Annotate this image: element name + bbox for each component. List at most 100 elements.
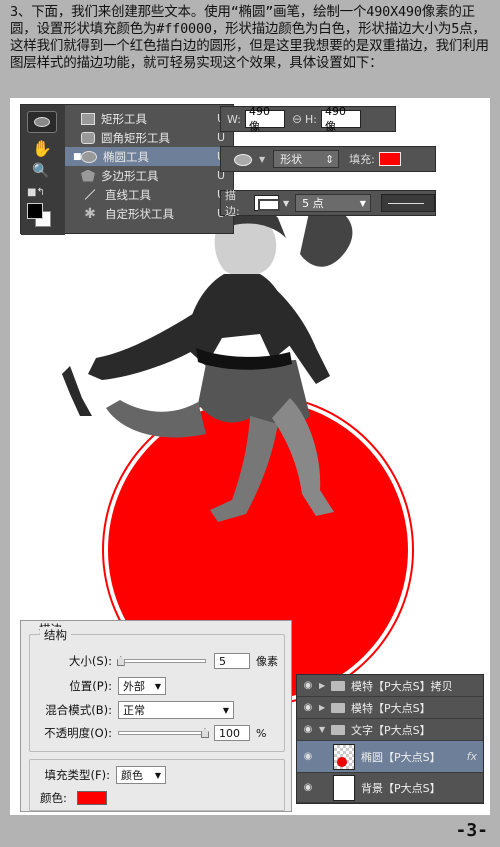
position-label: 位置(P): bbox=[69, 679, 112, 693]
ellipse-icon[interactable] bbox=[231, 150, 259, 168]
fill-color-swatch[interactable] bbox=[378, 152, 401, 166]
stroke-size-input[interactable]: 5 点 ▼ bbox=[295, 194, 371, 212]
menu-item-line[interactable]: 直线工具 U bbox=[65, 185, 233, 204]
stroke-color-swatch[interactable] bbox=[253, 195, 281, 211]
height-label: H: bbox=[305, 112, 317, 126]
toolbar-column: ✋ 🔍 ■↰ bbox=[21, 105, 65, 235]
fx-icon[interactable]: fx bbox=[467, 750, 477, 763]
folder-icon bbox=[331, 724, 345, 735]
intro-text: 3、下面，我们来创建那些文本。使用“椭圆”画笔，绘制一个490X490像素的正圆… bbox=[10, 4, 489, 71]
menu-item-label: 自定形状工具 bbox=[105, 206, 174, 221]
rounded-rectangle-icon bbox=[81, 131, 95, 144]
size-input[interactable]: 5 bbox=[214, 653, 250, 669]
color-label: 颜色: bbox=[40, 791, 67, 805]
layer-row[interactable]: ◉ ▶ 模特【P大点S】 bbox=[297, 697, 483, 719]
custom-shape-icon: ✱ bbox=[84, 205, 96, 222]
position-select[interactable]: 外部 ▼ bbox=[118, 677, 166, 695]
folder-icon bbox=[331, 702, 345, 713]
layers-panel: ◉ ▶ 模特【P大点S】拷贝 ◉ ▶ 模特【P大点S】 ◉ ▼ 文字【P大点S】… bbox=[296, 674, 484, 804]
tool-panel: ✋ 🔍 ■↰ 矩形工具 U 圆角矩形工具 U ■ 椭圆工具 U bbox=[20, 104, 234, 235]
ellipse-tool-button[interactable] bbox=[27, 111, 57, 133]
opacity-slider[interactable] bbox=[118, 728, 209, 738]
chevron-down-icon: ▼ bbox=[154, 770, 161, 780]
page-number: -3- bbox=[455, 820, 488, 841]
mode-select[interactable]: 形状 ⇕ bbox=[273, 150, 340, 168]
shape-layer-thumbnail bbox=[333, 743, 355, 770]
updown-icon: ⇕ bbox=[324, 152, 335, 166]
stroke-dialog: 描边 结构 大小(S): 5 像素 位置(P): 外部▼ 混合模式(B): 正常… bbox=[20, 620, 292, 812]
ellipse-icon bbox=[81, 150, 97, 163]
polygon-icon bbox=[81, 169, 95, 182]
menu-item-ellipse[interactable]: ■ 椭圆工具 U bbox=[65, 147, 233, 166]
layer-row[interactable]: ◉ ▶ 模特【P大点S】拷贝 bbox=[297, 675, 483, 697]
foreground-color-swatch[interactable] bbox=[27, 203, 43, 219]
fill-type-label: 填充类型(F): bbox=[44, 768, 110, 782]
opacity-label: 不透明度(O): bbox=[44, 726, 112, 740]
chevron-down-icon[interactable]: ▼ bbox=[319, 725, 331, 734]
menu-item-rounded-rectangle[interactable]: 圆角矩形工具 U bbox=[65, 128, 233, 147]
layer-name: 模特【P大点S】 bbox=[351, 701, 431, 715]
shortcut-key: U bbox=[216, 131, 225, 144]
chevron-right-icon[interactable]: ▶ bbox=[319, 681, 331, 690]
layer-row-selected[interactable]: ◉ 椭圆【P大点S】 fx bbox=[297, 741, 483, 773]
rectangle-icon bbox=[81, 112, 95, 125]
blend-mode-label: 混合模式(B): bbox=[45, 703, 112, 717]
layer-row[interactable]: ◉ ▼ 文字【P大点S】 bbox=[297, 719, 483, 741]
stroke-label: 描边: bbox=[225, 189, 240, 218]
layer-name: 文字【P大点S】 bbox=[351, 723, 431, 737]
swap-colors-icon[interactable]: ■↰ bbox=[27, 187, 45, 198]
menu-item-label: 圆角矩形工具 bbox=[101, 130, 170, 145]
layer-row[interactable]: ◉ 背景【P大点S】 bbox=[297, 773, 483, 803]
eye-icon[interactable]: ◉ bbox=[297, 751, 319, 762]
fill-label: 填充: bbox=[349, 153, 375, 166]
folder-icon bbox=[331, 680, 345, 691]
selected-bullet-icon: ■ bbox=[73, 151, 82, 162]
stroke-type-select[interactable] bbox=[380, 194, 435, 212]
group-title: 结构 bbox=[40, 627, 71, 643]
ellipse-icon bbox=[34, 117, 50, 127]
opacity-input[interactable]: 100 bbox=[214, 725, 250, 741]
size-options-bar: W: 490 像 ⊖ H: 490 像 bbox=[220, 105, 396, 133]
stroke-options-bar: 描边: ▼ 5 点 ▼ bbox=[220, 189, 436, 218]
shape-options-bar: ▼ 形状 ⇕ 填充: bbox=[220, 146, 436, 172]
eye-icon[interactable]: ◉ bbox=[297, 724, 319, 735]
fill-group: 填充类型(F): 颜色 ▼ 颜色: bbox=[29, 759, 285, 811]
menu-item-rectangle[interactable]: 矩形工具 U bbox=[65, 109, 233, 128]
shape-tools-menu: 矩形工具 U 圆角矩形工具 U ■ 椭圆工具 U 多边形工具 U 直线工具 bbox=[65, 109, 233, 223]
menu-item-label: 矩形工具 bbox=[101, 111, 147, 126]
opacity-slider-knob[interactable] bbox=[201, 728, 209, 738]
size-slider[interactable] bbox=[116, 656, 206, 666]
fill-type-value: 颜色 bbox=[121, 769, 143, 782]
structure-group: 结构 大小(S): 5 像素 位置(P): 外部 ▼ 混合模式(B): 正常 ▼ 不… bbox=[29, 627, 285, 752]
stroke-color-swatch[interactable] bbox=[76, 791, 107, 805]
eye-icon[interactable]: ◉ bbox=[297, 782, 319, 793]
blend-mode-select[interactable]: 正常 ▼ bbox=[118, 701, 234, 719]
width-input[interactable]: 490 像 bbox=[244, 105, 285, 133]
link-icon[interactable]: ⊖ bbox=[292, 112, 302, 126]
stroke-size-value: 5 点 bbox=[302, 197, 324, 210]
opacity-unit: % bbox=[256, 726, 267, 740]
height-input[interactable]: 490 像 bbox=[321, 105, 361, 133]
size-unit: 像素 bbox=[256, 655, 278, 668]
layer-name: 椭圆【P大点S】 bbox=[361, 750, 441, 764]
menu-item-custom-shape[interactable]: ✱ 自定形状工具 U bbox=[65, 204, 233, 223]
hand-icon[interactable]: ✋ bbox=[32, 139, 52, 158]
menu-item-polygon[interactable]: 多边形工具 U bbox=[65, 166, 233, 185]
line-icon bbox=[81, 189, 99, 201]
chevron-down-icon[interactable]: ▼ bbox=[259, 155, 265, 164]
fill-type-select[interactable]: 颜色 ▼ bbox=[116, 766, 166, 784]
chevron-down-icon[interactable]: ▼ bbox=[283, 199, 289, 208]
zoom-icon[interactable]: 🔍 bbox=[32, 163, 49, 179]
background-layer-thumbnail bbox=[333, 774, 355, 801]
layer-name: 背景【P大点S】 bbox=[361, 781, 441, 795]
eye-icon[interactable]: ◉ bbox=[297, 702, 319, 713]
layer-name: 模特【P大点S】拷贝 bbox=[351, 679, 453, 693]
chevron-down-icon: ▼ bbox=[359, 198, 366, 208]
mode-value: 形状 bbox=[280, 153, 303, 166]
menu-item-label: 椭圆工具 bbox=[103, 149, 149, 164]
menu-item-label: 多边形工具 bbox=[101, 168, 159, 183]
chevron-right-icon[interactable]: ▶ bbox=[319, 703, 331, 712]
size-label: 大小(S): bbox=[68, 654, 112, 668]
eye-icon[interactable]: ◉ bbox=[297, 680, 319, 691]
blend-mode-value: 正常 bbox=[123, 704, 145, 717]
